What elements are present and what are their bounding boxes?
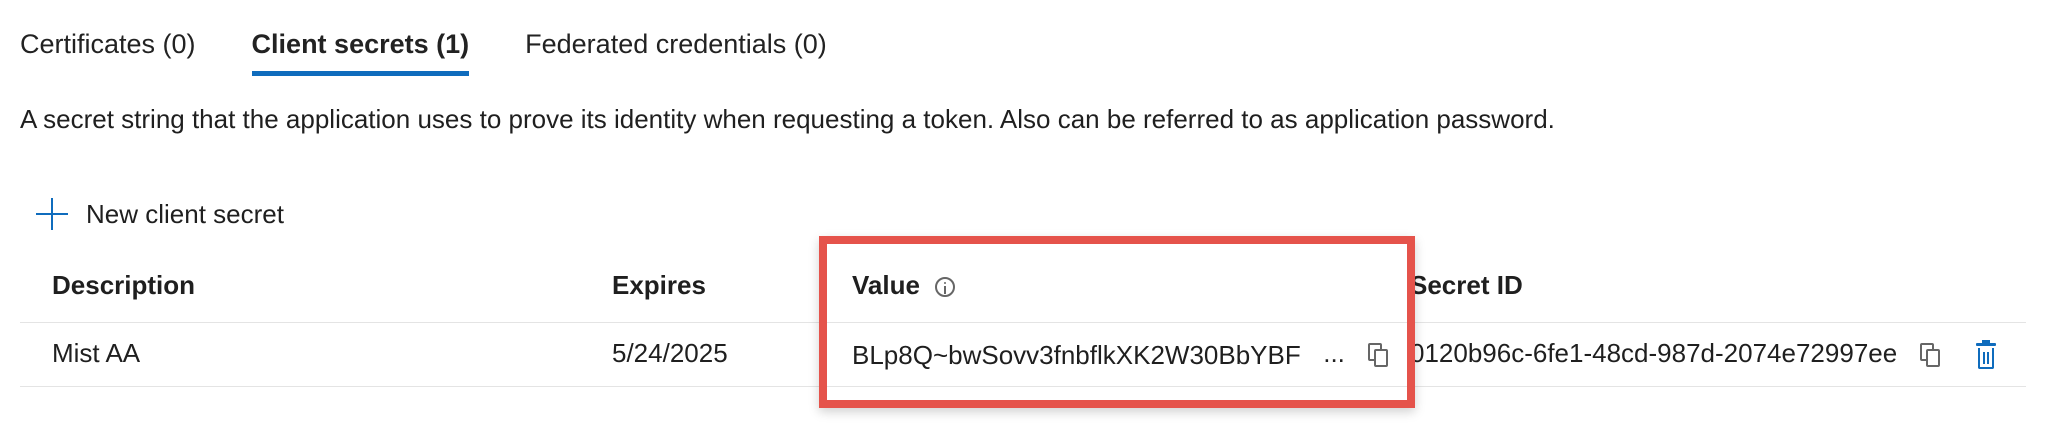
header-divider <box>20 322 2026 323</box>
value-header-label: Value <box>852 270 920 300</box>
copy-value-icon[interactable] <box>1368 343 1390 368</box>
tab-federated-credentials[interactable]: Federated credentials (0) <box>525 22 827 76</box>
plus-icon <box>36 198 68 230</box>
client-secrets-table: Description Expires Value Secret ID Mist… <box>20 256 2026 388</box>
tab-certificates[interactable]: Certificates (0) <box>20 22 196 76</box>
tab-client-secrets[interactable]: Client secrets (1) <box>251 22 470 76</box>
credentials-tabs: Certificates (0) Client secrets (1) Fede… <box>20 22 827 76</box>
secret-id-cell: 0120b96c-6fe1-48cd-987d-2074e72997ee <box>1410 338 1998 370</box>
copy-secret-id-icon[interactable] <box>1920 343 1942 368</box>
value-column-header: Value <box>852 270 956 301</box>
secret-expires-cell: 5/24/2025 <box>612 338 728 368</box>
info-icon[interactable] <box>935 277 956 298</box>
new-client-secret-label: New client secret <box>86 198 284 229</box>
secret-value-cell: BLp8Q~bwSovv3fnbflkXK2W30BbYBFsit ... <box>852 338 1390 371</box>
expires-column-header: Expires <box>612 270 706 300</box>
new-client-secret-button[interactable]: New client secret <box>36 198 284 230</box>
secret-value-text: BLp8Q~bwSovv3fnbflkXK2W30BbYBFsit <box>852 339 1300 370</box>
secret-id-text: 0120b96c-6fe1-48cd-987d-2074e72997ee <box>1410 338 1898 368</box>
secret-description-cell: Mist AA <box>52 338 141 368</box>
secret-id-column-header: Secret ID <box>1410 270 1523 300</box>
trash-icon[interactable] <box>1974 340 1998 370</box>
row-divider <box>20 386 2026 387</box>
description-column-header: Description <box>52 270 196 300</box>
client-secrets-description: A secret string that the application use… <box>20 104 1555 134</box>
secret-value-ellipsis: ... <box>1323 338 1345 368</box>
